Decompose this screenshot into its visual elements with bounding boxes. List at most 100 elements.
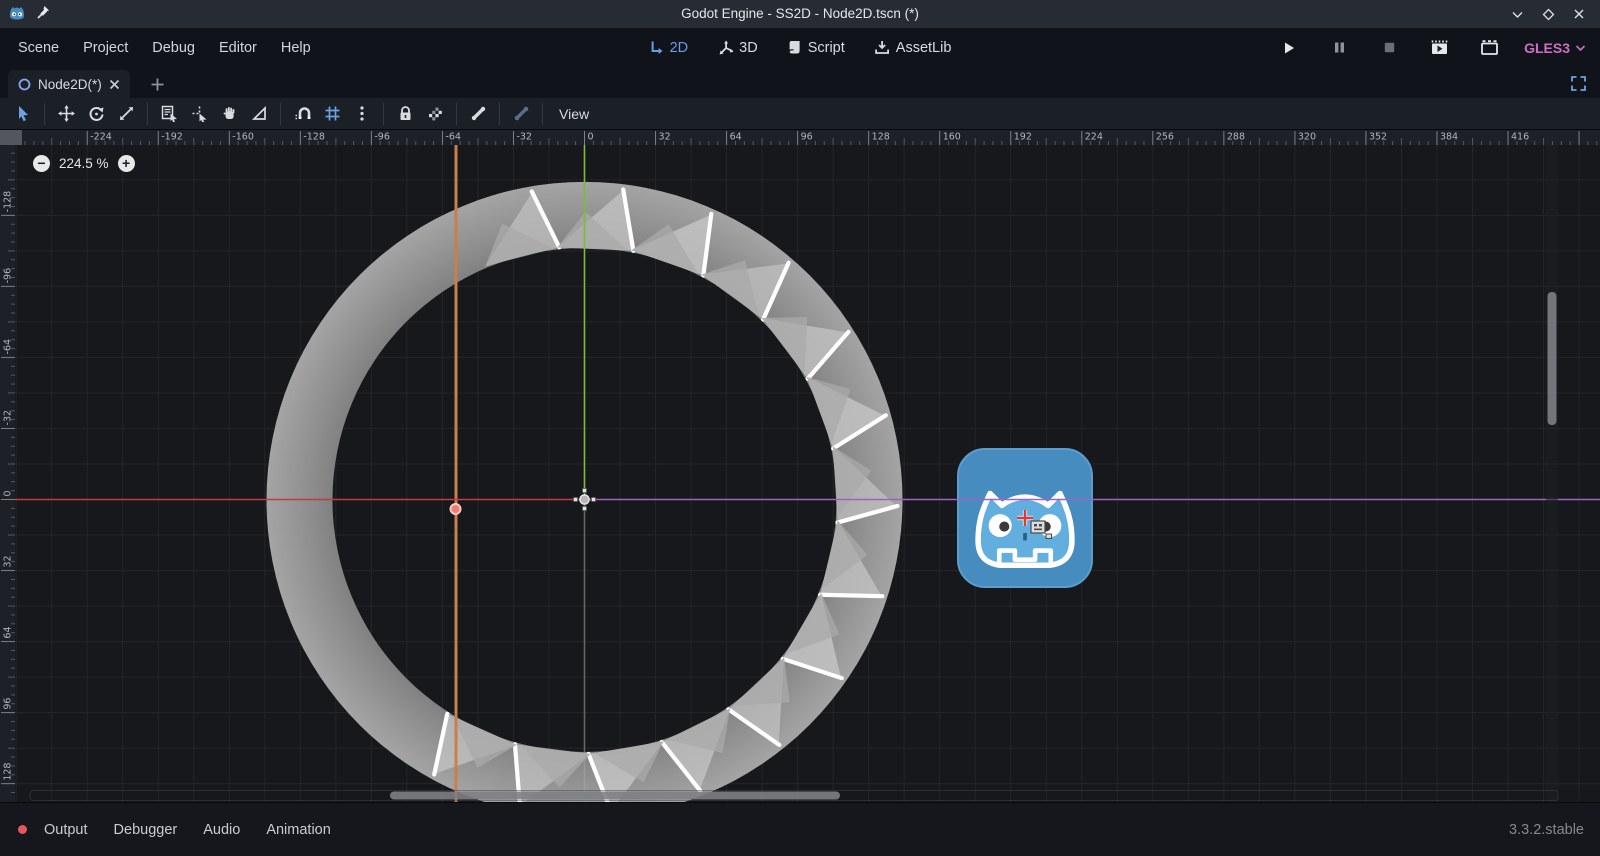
ruler-label: -64 xyxy=(3,339,14,355)
workspace-3d-label: 3D xyxy=(739,40,758,56)
ruler-label: 0 xyxy=(3,490,14,496)
tab-label: Node2D(*) xyxy=(38,77,102,92)
ruler-label: -192 xyxy=(161,132,183,143)
ruler-label: -96 xyxy=(374,132,390,143)
pan-tool-button[interactable] xyxy=(214,101,244,127)
vertical-scrollbar-track[interactable] xyxy=(1546,145,1558,802)
workspace-2d[interactable]: 2D xyxy=(649,40,689,56)
ruler-label: 96 xyxy=(801,132,813,143)
workspace-3d[interactable]: 3D xyxy=(718,40,758,56)
ruler-label: 224 xyxy=(1085,132,1103,143)
pause-button[interactable] xyxy=(1324,35,1354,61)
titlebar: Godot Engine - SS2D - Node2D.tscn (*) xyxy=(0,0,1600,28)
new-tab-button[interactable] xyxy=(146,73,168,95)
2d-icon xyxy=(649,40,664,55)
ruler-label: 128 xyxy=(872,132,890,143)
node-origin-gizmo[interactable] xyxy=(574,489,596,511)
ruler-label: 384 xyxy=(1440,132,1458,143)
zoom-level: 224.5 % xyxy=(59,156,109,171)
bone-tool-button[interactable] xyxy=(463,101,493,127)
snap-options-button[interactable] xyxy=(347,101,377,127)
distraction-free-icon[interactable] xyxy=(1568,73,1588,93)
minimize-button[interactable] xyxy=(1508,5,1526,23)
ruler-label: 64 xyxy=(3,626,14,638)
ruler-label: 256 xyxy=(1156,132,1174,143)
ruler-label: 416 xyxy=(1511,132,1529,143)
view-menu[interactable]: View xyxy=(549,106,599,122)
move-tool-button[interactable] xyxy=(51,101,81,127)
node2d-icon xyxy=(18,78,31,91)
workspace-assetlib-label: AssetLib xyxy=(896,40,952,56)
menu-debug[interactable]: Debug xyxy=(140,40,207,56)
scale-tool-button[interactable] xyxy=(111,101,141,127)
window-title: Godot Engine - SS2D - Node2D.tscn (*) xyxy=(0,0,1600,28)
close-icon[interactable] xyxy=(1570,5,1588,23)
zoom-out-button[interactable]: − xyxy=(33,155,50,172)
renderer-select[interactable]: GLES3 xyxy=(1524,40,1586,56)
workspace-assetlib[interactable]: AssetLib xyxy=(875,40,952,56)
play-custom-scene-button[interactable] xyxy=(1474,35,1504,61)
ruler-tool-button[interactable] xyxy=(244,101,274,127)
menu-scene[interactable]: Scene xyxy=(6,40,71,56)
workspace-script[interactable]: Script xyxy=(788,40,845,56)
viewport-canvas[interactable] xyxy=(15,145,1600,802)
panel-animation[interactable]: Animation xyxy=(253,822,343,838)
statusbar: Output Debugger Audio Animation 3.3.2.st… xyxy=(0,802,1600,856)
ruler-label: -128 xyxy=(303,132,325,143)
zoom-in-button[interactable]: + xyxy=(118,155,135,172)
ruler-corner xyxy=(0,130,22,145)
menu-editor[interactable]: Editor xyxy=(207,40,269,56)
workspace-2d-label: 2D xyxy=(670,40,689,56)
menu-project[interactable]: Project xyxy=(71,40,140,56)
menubar: Scene Project Debug Editor Help 2D 3D xyxy=(0,28,1600,68)
play-button[interactable] xyxy=(1274,35,1304,61)
list-select-tool-button[interactable] xyxy=(154,101,184,127)
ruler-label: -64 xyxy=(445,132,461,143)
ruler-label: -128 xyxy=(3,191,14,213)
select-tool-button[interactable] xyxy=(8,101,38,127)
ruler-label: 320 xyxy=(1298,132,1316,143)
horizontal-scrollbar-thumb[interactable] xyxy=(390,792,840,800)
ruler-label: -32 xyxy=(3,410,14,426)
engine-version: 3.3.2.stable xyxy=(1509,803,1584,856)
ruler-label: -224 xyxy=(90,132,112,143)
ruler-label: 352 xyxy=(1369,132,1387,143)
ruler-label: 192 xyxy=(1014,132,1032,143)
lock-object-button[interactable] xyxy=(390,101,420,127)
panel-debugger[interactable]: Debugger xyxy=(101,822,191,838)
ruler-label: -160 xyxy=(232,132,254,143)
panel-audio[interactable]: Audio xyxy=(190,822,253,838)
menu-help[interactable]: Help xyxy=(269,40,323,56)
renderer-label: GLES3 xyxy=(1524,40,1570,56)
stop-button[interactable] xyxy=(1374,35,1404,61)
vertical-ruler[interactable]: -128-96-64-320326496128 xyxy=(0,145,15,802)
3d-icon xyxy=(718,40,733,55)
ruler-label: 288 xyxy=(1227,132,1245,143)
group-object-button[interactable] xyxy=(420,101,450,127)
shape-point-handle[interactable] xyxy=(451,504,461,514)
assetlib-download-icon xyxy=(875,40,890,55)
ruler-label: 32 xyxy=(659,132,671,143)
tab-close-icon[interactable] xyxy=(109,79,120,90)
skeleton-options-button[interactable] xyxy=(506,101,536,127)
output-notification-dot xyxy=(18,825,27,834)
zoom-controls: − 224.5 % + xyxy=(33,152,135,174)
smart-snap-button[interactable] xyxy=(287,101,317,127)
maximize-button[interactable] xyxy=(1539,5,1557,23)
ruler-label: 64 xyxy=(730,132,742,143)
ruler-label: 96 xyxy=(3,698,14,710)
scene-tabbar: Node2D(*) xyxy=(0,67,1600,98)
script-icon xyxy=(788,40,802,55)
ruler-label: 128 xyxy=(3,763,14,781)
pivot-tool-button[interactable] xyxy=(184,101,214,127)
ruler-label: 160 xyxy=(943,132,961,143)
vertical-scrollbar-thumb[interactable] xyxy=(1548,292,1557,425)
tab-node2d[interactable]: Node2D(*) xyxy=(8,70,130,98)
grid-snap-button[interactable] xyxy=(317,101,347,127)
rotate-tool-button[interactable] xyxy=(81,101,111,127)
play-scene-button[interactable] xyxy=(1424,35,1454,61)
horizontal-ruler[interactable]: -224-192-160-128-96-64-32032649612816019… xyxy=(0,130,1600,145)
panel-output[interactable]: Output xyxy=(31,822,101,838)
ruler-label: -32 xyxy=(516,132,532,143)
ring-edge-teeth xyxy=(434,189,897,802)
